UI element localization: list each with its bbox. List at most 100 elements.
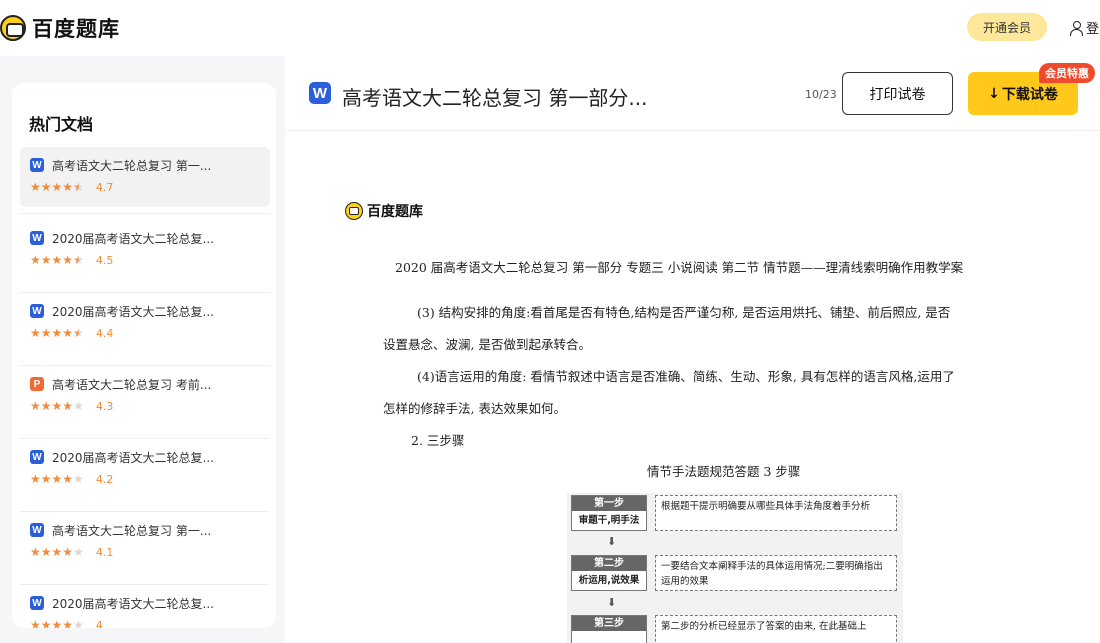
star-icon: ★ bbox=[30, 326, 41, 340]
star-icon: ★ bbox=[30, 545, 41, 559]
doc-title-row: W 2020届高考语文大二轮总复... bbox=[30, 229, 270, 247]
step-box: 第三步 bbox=[571, 615, 647, 643]
paragraph-structure-line1: (3) 结构安排的角度:看首尾是否有特色,结构是否严谨匀称, 是否运用烘托、铺垫… bbox=[417, 305, 951, 320]
rating-value: 4.5 bbox=[95, 253, 114, 267]
star-rating: ★ ★ ★ ★ ★ bbox=[30, 619, 84, 628]
login-label: 登录 bbox=[1086, 22, 1100, 37]
doc-title: 高考语文大二轮总复习 第一... bbox=[52, 523, 212, 538]
step-description: 第二步的分析已经显示了答案的由来, 在此基础上 bbox=[655, 615, 897, 643]
page-count: 10/23 bbox=[805, 88, 837, 101]
star-icon: ★ bbox=[73, 618, 84, 628]
step-body: 析运用,说效果 bbox=[578, 575, 640, 586]
star-icon: ★ bbox=[62, 472, 74, 486]
star-icon: ★ bbox=[73, 253, 84, 267]
open-vip-button[interactable]: 开通会员 bbox=[967, 13, 1047, 41]
star-icon: ★ bbox=[73, 399, 84, 413]
star-icon: ★ bbox=[62, 545, 74, 559]
step-head: 第三步 bbox=[572, 616, 646, 631]
star-icon: ★ bbox=[51, 472, 63, 486]
star-icon: ★ bbox=[62, 618, 74, 628]
document-logo-text: 百度题库 bbox=[367, 204, 423, 220]
login-link[interactable]: 登录 bbox=[1069, 18, 1100, 37]
doc-title-row: W 2020届高考语文大二轮总复... bbox=[30, 302, 270, 320]
star-icon: ★ bbox=[40, 326, 52, 340]
hot-doc-item[interactable]: W 2020届高考语文大二轮总复... ★ ★ ★ ★ ★ 4 bbox=[20, 585, 270, 628]
star-icon: ★ bbox=[30, 399, 41, 413]
star-rating: ★ ★ ★ ★ ★ bbox=[30, 181, 84, 193]
rating-row: ★ ★ ★ ★ ★ 4.2 bbox=[30, 472, 270, 486]
rating-value: 4.1 bbox=[95, 545, 114, 559]
star-icon: ★ bbox=[73, 180, 84, 194]
document-page: 百度题库 2020 届高考语文大二轮总复习 第一部分 专题三 小说阅读 第二节 … bbox=[285, 131, 1100, 643]
hot-doc-item[interactable]: W 高考语文大二轮总复习 第一... ★ ★ ★ ★ ★ 4.1 bbox=[20, 512, 270, 585]
rating-row: ★ ★ ★ ★ ★ 4.4 bbox=[30, 326, 270, 340]
star-icon: ★ bbox=[62, 326, 74, 340]
star-icon: ★ bbox=[30, 253, 41, 267]
word-file-icon: W bbox=[30, 596, 44, 610]
rating-row: ★ ★ ★ ★ ★ 4.7 bbox=[30, 180, 270, 194]
step-box: 第一步 审题干,明手法 bbox=[571, 495, 647, 531]
star-icon: ★ bbox=[30, 618, 41, 628]
rating-value: 4 bbox=[95, 618, 103, 629]
rating-row: ★ ★ ★ ★ ★ 4.1 bbox=[30, 545, 270, 559]
document-logo: 百度题库 bbox=[345, 201, 423, 221]
word-file-icon: W bbox=[30, 231, 44, 245]
hot-doc-item[interactable]: W 2020届高考语文大二轮总复... ★ ★ ★ ★ ★ 4.4 bbox=[20, 293, 270, 366]
star-icon: ★ bbox=[62, 253, 74, 267]
member-discount-badge: 会员特惠 bbox=[1039, 63, 1095, 83]
star-rating: ★ ★ ★ ★ ★ bbox=[30, 400, 84, 412]
star-icon: ★ bbox=[30, 180, 41, 194]
doc-title-row: W 高考语文大二轮总复习 第一... bbox=[30, 521, 270, 539]
hot-doc-item[interactable]: W 2020届高考语文大二轮总复... ★ ★ ★ ★ ★ 4.2 bbox=[20, 439, 270, 512]
logo-icon bbox=[345, 202, 363, 220]
star-icon: ★ bbox=[73, 326, 84, 340]
steps-flowchart: 第一步 审题干,明手法 根据题干提示明确要从哪些具体手法角度着手分析 ⬇ 第二步… bbox=[567, 493, 903, 643]
paragraph-language-line2: 怎样的修辞手法, 表达效果如何。 bbox=[383, 401, 566, 416]
down-arrow-icon: ⬇ bbox=[607, 596, 617, 609]
sidebar-title: 热门文档 bbox=[29, 115, 94, 134]
hot-docs-list: W 高考语文大二轮总复习 第一... ★ ★ ★ ★ ★ 4.7 W 2020届高考语文大二轮总复… bbox=[20, 147, 270, 628]
star-icon: ★ bbox=[51, 180, 63, 194]
star-icon: ★ bbox=[62, 180, 74, 194]
star-icon: ★ bbox=[30, 472, 41, 486]
doc-title-row: W 2020届高考语文大二轮总复... bbox=[30, 448, 270, 466]
doc-title-row: W 高考语文大二轮总复习 第一... bbox=[30, 156, 270, 174]
rating-row: ★ ★ ★ ★ ★ 4 bbox=[30, 618, 270, 629]
doc-title: 2020届高考语文大二轮总复... bbox=[52, 304, 214, 319]
hot-doc-item[interactable]: W 高考语文大二轮总复习 第一... ★ ★ ★ ★ ★ 4.7 bbox=[20, 147, 270, 214]
hot-doc-item[interactable]: P 高考语文大二轮总复习 考前... ★ ★ ★ ★ ★ 4.3 bbox=[20, 366, 270, 439]
rating-value: 4.3 bbox=[95, 399, 114, 413]
hot-doc-item[interactable]: W 2020届高考语文大二轮总复... ★ ★ ★ ★ ★ 4.5 bbox=[20, 220, 270, 293]
step-head: 第一步 bbox=[572, 496, 646, 511]
three-steps-heading: 2. 三步骤 bbox=[411, 433, 465, 448]
star-rating: ★ ★ ★ ★ ★ bbox=[30, 546, 84, 558]
star-icon: ★ bbox=[51, 618, 63, 628]
step-body: 审题干,明手法 bbox=[578, 515, 640, 526]
rating-value: 4.4 bbox=[95, 326, 114, 340]
rating-value: 4.2 bbox=[95, 472, 114, 486]
print-button[interactable]: 打印试卷 bbox=[842, 72, 953, 115]
word-file-icon: W bbox=[30, 158, 44, 172]
star-icon: ★ bbox=[73, 545, 84, 559]
doc-title: 2020届高考语文大二轮总复... bbox=[52, 450, 214, 465]
document-title: 高考语文大二轮总复习 第一部分... bbox=[342, 86, 648, 110]
word-file-icon: W bbox=[309, 82, 331, 104]
figure-title: 情节手法题规范答题 3 步骤 bbox=[647, 464, 801, 479]
doc-title: 高考语文大二轮总复习 第一... bbox=[52, 158, 212, 173]
star-rating: ★ ★ ★ ★ ★ bbox=[30, 327, 84, 339]
doc-title-row: W 2020届高考语文大二轮总复... bbox=[30, 594, 270, 612]
step-box: 第二步 析运用,说效果 bbox=[571, 555, 647, 591]
star-icon: ★ bbox=[51, 399, 63, 413]
step-description: 一要结合文本阐释手法的具体运用情况;二要明确指出运用的效果 bbox=[655, 555, 897, 591]
paragraph-language-line1: (4)语言运用的角度: 看情节叙述中语言是否准确、简练、生动、形象, 具有怎样的… bbox=[417, 369, 955, 384]
hot-docs-sidebar: 热门文档 W 高考语文大二轮总复习 第一... ★ ★ ★ ★ ★ 4.7 W 2020届高考语文… bbox=[12, 83, 276, 628]
step-description: 根据题干提示明确要从哪些具体手法角度着手分析 bbox=[655, 495, 897, 531]
baidu-tiku-logo[interactable]: 百度题库 bbox=[0, 13, 120, 43]
word-file-icon: W bbox=[30, 450, 44, 464]
star-icon: ★ bbox=[40, 253, 52, 267]
document-header: W 高考语文大二轮总复习 第一部分... 10/23 打印试卷 ↓ 下载试卷 会… bbox=[285, 56, 1100, 131]
word-file-icon: W bbox=[30, 523, 44, 537]
star-icon: ★ bbox=[40, 472, 52, 486]
down-arrow-icon: ⬇ bbox=[607, 535, 617, 548]
doc-title-row: P 高考语文大二轮总复习 考前... bbox=[30, 375, 270, 393]
